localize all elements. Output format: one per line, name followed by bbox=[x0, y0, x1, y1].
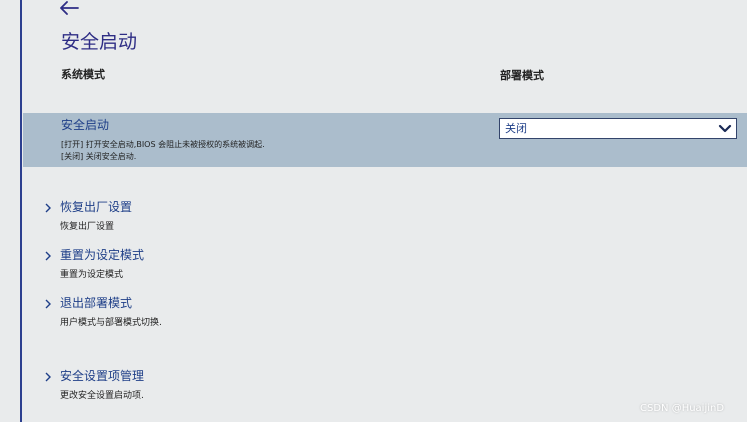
back-button[interactable] bbox=[58, 0, 80, 15]
watermark: CSDN @HuaijinD bbox=[640, 403, 725, 414]
nav-item-reset-setup-mode[interactable]: 重置为设定模式 重置为设定模式 bbox=[42, 248, 462, 284]
chevron-right-icon bbox=[45, 203, 51, 213]
page-title: 安全启动 bbox=[61, 31, 138, 53]
chevron-right-icon bbox=[45, 299, 51, 309]
nav-item-exit-deploy-mode[interactable]: 退出部署模式 用户模式与部署模式切换. bbox=[42, 296, 462, 332]
nav-item-description: 重置为设定模式 bbox=[60, 270, 124, 280]
dropdown-selected-value: 关闭 bbox=[505, 122, 527, 135]
nav-item-description: 用户模式与部署模式切换. bbox=[60, 318, 162, 328]
deploy-mode-label: 部署模式 bbox=[500, 69, 544, 82]
nav-item-description: 更改安全设置启动项. bbox=[60, 391, 144, 401]
system-mode-label: 系统模式 bbox=[61, 68, 105, 81]
left-border-rule bbox=[20, 0, 22, 422]
nav-item-security-settings[interactable]: 安全设置项管理 更改安全设置启动项. bbox=[42, 369, 462, 405]
nav-item-factory-reset[interactable]: 恢复出厂设置 恢复出厂设置 bbox=[42, 200, 462, 236]
secure-boot-desc-off: [关闭] 关闭安全启动. bbox=[61, 152, 137, 161]
secure-boot-setting-title: 安全启动 bbox=[61, 118, 110, 132]
secure-boot-dropdown[interactable]: 关闭 bbox=[499, 118, 737, 139]
chevron-down-icon bbox=[718, 124, 732, 133]
nav-item-label: 恢复出厂设置 bbox=[60, 200, 133, 214]
nav-item-label: 退出部署模式 bbox=[60, 296, 133, 310]
nav-item-label: 安全设置项管理 bbox=[60, 369, 145, 383]
nav-item-label: 重置为设定模式 bbox=[60, 248, 145, 262]
arrow-left-icon bbox=[60, 1, 79, 15]
chevron-right-icon bbox=[45, 251, 51, 261]
nav-item-description: 恢复出厂设置 bbox=[60, 222, 115, 232]
chevron-right-icon bbox=[45, 372, 51, 382]
secure-boot-desc-on: [打开] 打开安全启动,BIOS 会阻止未被授权的系统被调起. bbox=[61, 140, 265, 149]
